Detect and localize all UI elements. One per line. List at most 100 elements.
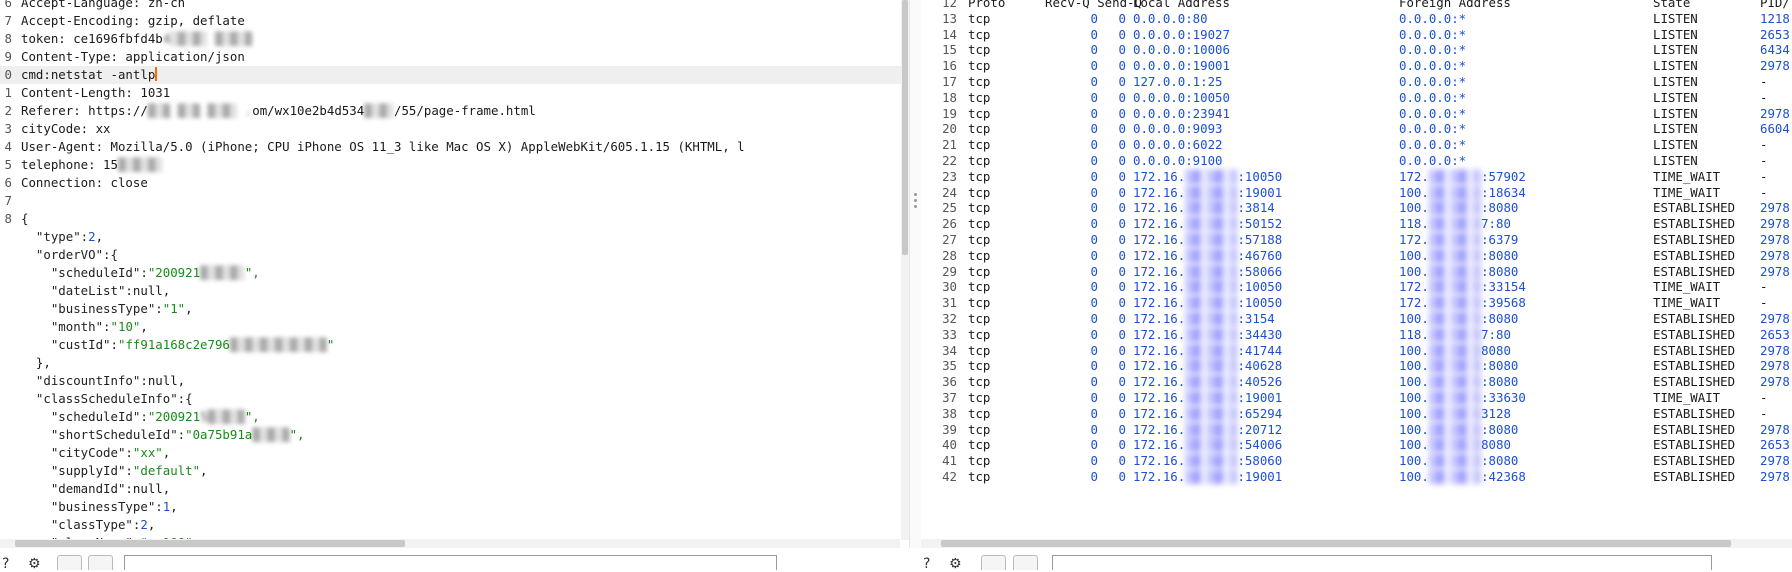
local-address-cell-port: :34430 — [1237, 326, 1283, 342]
splitter-grip-icon — [914, 190, 917, 211]
request-line[interactable]: "type":2, — [0, 228, 909, 246]
redacted-text: ▒░▒░▒░ — [117, 157, 163, 172]
request-line[interactable]: 8 token: ce1696fbfd4b4░▒░▒░ ▒░▒░▒ — [0, 30, 909, 48]
redacted-text: ▒▓░▒▓░▒ — [1428, 437, 1482, 453]
request-line[interactable]: 1 Content-Length: 1031 — [0, 84, 909, 102]
response-viewer[interactable]: 12 Proto Recv-Q Send-Q Local Address Foreign… — [921, 0, 1792, 548]
local-address-cell-prefix: 0.0.0.0:6022 — [1133, 137, 1223, 153]
gear-icon[interactable]: ⚙ — [949, 557, 962, 571]
request-line[interactable]: "businessType":"1", — [0, 300, 909, 318]
request-line[interactable]: "cityCode":"xx", — [0, 444, 909, 462]
code-token: "discountInfo": — [21, 373, 148, 388]
forward-button[interactable] — [1013, 555, 1038, 570]
request-line[interactable]: "custId":"ff91a168c2e796▒░▒░▒░▒░▒░▒░▒" — [0, 336, 909, 354]
code-token: , — [140, 319, 148, 334]
forward-button[interactable] — [88, 555, 113, 570]
request-line[interactable]: 9 Content-Type: application/json — [0, 48, 909, 66]
line-number: 1 — [4, 85, 12, 100]
request-line[interactable]: 6 Connection: close — [0, 174, 909, 192]
local-address-cell-port: :40628 — [1237, 358, 1283, 374]
code-token: Referer: https:// — [21, 103, 148, 118]
line-number: 4 — [4, 139, 12, 154]
request-line[interactable]: 4 User-Agent: Mozilla/5.0 (iPhone; CPU iP… — [0, 138, 909, 156]
request-hscroll-thumb[interactable] — [15, 540, 405, 547]
redacted-text: 5▒░▒░▒ — [200, 409, 245, 424]
request-line[interactable]: 5 telephone: 15▒░▒░▒░ — [0, 156, 909, 174]
redacted-text: ▒▓░▒▓░▒ — [1185, 184, 1238, 200]
foreign-address-cell-port: :6379 — [1481, 232, 1519, 247]
request-line[interactable]: 2 Referer: https://▒░▒ ▒░▒ ▒░▒░ .om/wx10e… — [0, 102, 909, 120]
request-line[interactable]: 8{ — [0, 210, 909, 228]
request-editor[interactable]: 6 Accept-Language: zh-cn 7 Accept-Encoding:… — [0, 0, 909, 548]
request-line[interactable]: "dateList":null, — [0, 282, 909, 300]
local-address-cell-port: :10050 — [1237, 295, 1283, 311]
local-address-cell-prefix: 0.0.0.0:19027 — [1133, 26, 1230, 42]
line-number: 2 — [4, 103, 12, 118]
foreign-address-cell-prefix: 0.0.0.0:* — [1399, 105, 1467, 121]
request-search-input[interactable] — [124, 555, 777, 570]
help-icon[interactable]: ? — [2, 557, 9, 571]
foreign-address-cell-prefix: 0.0.0.0:* — [1399, 153, 1467, 168]
line-text: cmd:netstat -antlp — [21, 66, 158, 84]
code-token: "businessType": — [21, 301, 163, 316]
local-address-cell-prefix: 172.16. — [1133, 326, 1186, 342]
local-address-cell-prefix: 172.16. — [1133, 342, 1186, 358]
redacted-text: ▒░▒░▒░▒░▒░▒░▒ — [229, 337, 327, 352]
gear-icon[interactable]: ⚙ — [28, 557, 41, 571]
redacted-text: ▒▓░▒▓░▒ — [1428, 232, 1482, 247]
code-token: "demandId": — [21, 481, 133, 496]
local-address-cell-prefix: 172.16. — [1133, 421, 1186, 437]
request-line[interactable]: "orderVO":{ — [0, 246, 909, 264]
request-line[interactable]: 7 — [0, 192, 909, 210]
code-token: "shortScheduleId": — [21, 427, 186, 442]
foreign-address-cell-prefix: 100. — [1399, 247, 1429, 263]
request-scroll-thumb[interactable] — [902, 0, 908, 255]
line-number: 7 — [4, 193, 12, 208]
response-horizontal-scrollbar[interactable] — [921, 539, 1792, 548]
foreign-address-cell-port: :8080 — [1481, 453, 1519, 469]
line-text: "classType":2, — [21, 516, 155, 534]
request-line[interactable]: 6 Accept-Language: zh-cn — [0, 0, 909, 12]
request-line[interactable]: 3 cityCode: xx — [0, 120, 909, 138]
code-token: , — [200, 463, 208, 478]
request-vertical-scrollbar[interactable] — [901, 0, 909, 540]
foreign-address-cell-prefix: 100. — [1399, 437, 1429, 453]
request-line[interactable]: "shortScheduleId":"0a75b91a▒░▒░▒", — [0, 426, 909, 444]
code-token: cmd:netstat -antlp — [21, 67, 156, 82]
response-hscroll-thumb[interactable] — [941, 540, 1731, 547]
request-line[interactable]: "classType":2, — [0, 516, 909, 534]
request-line[interactable]: "businessType":1, — [0, 498, 909, 516]
request-line[interactable]: "discountInfo":null, — [0, 372, 909, 390]
line-number: 3 — [4, 121, 12, 136]
local-address-cell-prefix: 172.16. — [1133, 295, 1186, 311]
line-number: 6 — [4, 0, 12, 10]
code-token: cityCode: xx — [21, 121, 111, 136]
foreign-address-cell-port: :8080 — [1481, 247, 1519, 263]
foreign-address-cell-prefix: 118. — [1399, 326, 1429, 342]
request-line[interactable]: }, — [0, 354, 909, 372]
code-token: " — [326, 337, 335, 352]
code-token: , — [162, 445, 171, 460]
request-line[interactable]: "month":"10", — [0, 318, 909, 336]
request-line[interactable]: "demandId":null, — [0, 480, 909, 498]
request-line[interactable]: 7 Accept-Encoding: gzip, deflate — [0, 12, 909, 30]
foreign-address-cell-port: :8080 — [1481, 263, 1519, 279]
request-horizontal-scrollbar[interactable] — [0, 539, 900, 548]
foreign-address-cell-port: :8080 — [1481, 358, 1519, 374]
request-line[interactable]: "classScheduleInfo":{ — [0, 390, 909, 408]
help-icon[interactable]: ? — [923, 557, 930, 571]
request-line[interactable]: "supplyId":"default", — [0, 462, 909, 480]
foreign-address-cell-prefix: 100. — [1399, 263, 1429, 279]
code-token: "orderVO":{ — [21, 247, 118, 262]
local-address-cell-prefix: 172.16. — [1133, 311, 1186, 326]
foreign-address-cell-prefix: 0.0.0.0:* — [1399, 42, 1467, 58]
foreign-address-cell: 100.▒▓░▒▓░▒:42368 — [1399, 468, 1526, 486]
redacted-text: ▒▓░▒▓░▒ — [1185, 311, 1238, 326]
back-button[interactable] — [57, 555, 82, 570]
request-line[interactable]: "scheduleId":"200921▒░▒░▒░", — [0, 264, 909, 282]
response-search-input[interactable] — [1052, 555, 1712, 570]
request-line[interactable]: "scheduleId":"2009215▒░▒░▒", — [0, 408, 909, 426]
request-line[interactable]: 0 cmd:netstat -antlp — [0, 66, 909, 84]
netstat-row[interactable]: 42 tcp 0 0 172.16.▒▓░▒▓░▒:19001 100.▒▓░▒▓░▒:4… — [921, 468, 1792, 486]
back-button[interactable] — [981, 555, 1006, 570]
